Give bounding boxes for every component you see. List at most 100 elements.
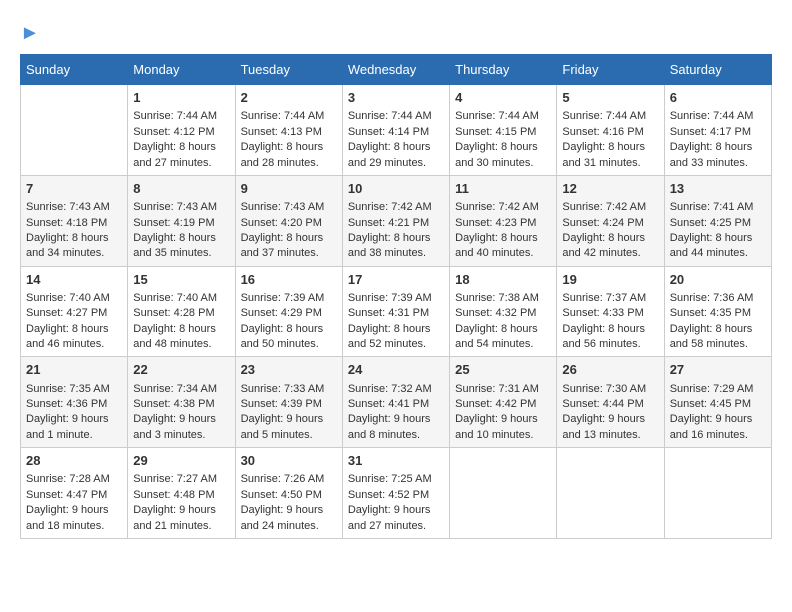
daylight-text: Daylight: 8 hours and 31 minutes.: [562, 140, 658, 171]
daylight-text: Daylight: 8 hours and 52 minutes.: [348, 322, 444, 353]
day-number: 15: [133, 271, 229, 289]
sunset-text: Sunset: 4:39 PM: [241, 397, 337, 412]
daylight-text: Daylight: 9 hours and 3 minutes.: [133, 412, 229, 443]
sunrise-text: Sunrise: 7:30 AM: [562, 382, 658, 397]
sunrise-text: Sunrise: 7:44 AM: [241, 109, 337, 124]
daylight-text: Daylight: 8 hours and 34 minutes.: [26, 231, 122, 262]
logo: ►: [20, 20, 40, 44]
calendar-cell: 7Sunrise: 7:43 AMSunset: 4:18 PMDaylight…: [21, 175, 128, 266]
weekday-header-wednesday: Wednesday: [342, 55, 449, 85]
sunset-text: Sunset: 4:17 PM: [670, 125, 766, 140]
sunset-text: Sunset: 4:24 PM: [562, 216, 658, 231]
sunrise-text: Sunrise: 7:31 AM: [455, 382, 551, 397]
calendar-cell: 9Sunrise: 7:43 AMSunset: 4:20 PMDaylight…: [235, 175, 342, 266]
sunrise-text: Sunrise: 7:44 AM: [133, 109, 229, 124]
calendar-cell: [557, 448, 664, 539]
daylight-text: Daylight: 9 hours and 27 minutes.: [348, 503, 444, 534]
calendar-cell: 22Sunrise: 7:34 AMSunset: 4:38 PMDayligh…: [128, 357, 235, 448]
day-number: 17: [348, 271, 444, 289]
daylight-text: Daylight: 8 hours and 50 minutes.: [241, 322, 337, 353]
daylight-text: Daylight: 8 hours and 46 minutes.: [26, 322, 122, 353]
sunset-text: Sunset: 4:25 PM: [670, 216, 766, 231]
calendar-cell: 2Sunrise: 7:44 AMSunset: 4:13 PMDaylight…: [235, 85, 342, 176]
day-number: 13: [670, 180, 766, 198]
calendar-cell: 10Sunrise: 7:42 AMSunset: 4:21 PMDayligh…: [342, 175, 449, 266]
sunset-text: Sunset: 4:29 PM: [241, 306, 337, 321]
sunset-text: Sunset: 4:16 PM: [562, 125, 658, 140]
week-row-1: 7Sunrise: 7:43 AMSunset: 4:18 PMDaylight…: [21, 175, 772, 266]
daylight-text: Daylight: 8 hours and 30 minutes.: [455, 140, 551, 171]
logo-bird-icon: ►: [20, 22, 40, 44]
day-number: 1: [133, 89, 229, 107]
day-number: 9: [241, 180, 337, 198]
daylight-text: Daylight: 9 hours and 13 minutes.: [562, 412, 658, 443]
daylight-text: Daylight: 8 hours and 42 minutes.: [562, 231, 658, 262]
sunset-text: Sunset: 4:18 PM: [26, 216, 122, 231]
day-number: 16: [241, 271, 337, 289]
sunset-text: Sunset: 4:13 PM: [241, 125, 337, 140]
calendar-cell: 20Sunrise: 7:36 AMSunset: 4:35 PMDayligh…: [664, 266, 771, 357]
day-number: 3: [348, 89, 444, 107]
sunset-text: Sunset: 4:48 PM: [133, 488, 229, 503]
daylight-text: Daylight: 9 hours and 1 minute.: [26, 412, 122, 443]
daylight-text: Daylight: 8 hours and 28 minutes.: [241, 140, 337, 171]
daylight-text: Daylight: 9 hours and 24 minutes.: [241, 503, 337, 534]
sunset-text: Sunset: 4:31 PM: [348, 306, 444, 321]
sunrise-text: Sunrise: 7:40 AM: [133, 291, 229, 306]
day-number: 23: [241, 361, 337, 379]
sunrise-text: Sunrise: 7:37 AM: [562, 291, 658, 306]
sunset-text: Sunset: 4:12 PM: [133, 125, 229, 140]
sunrise-text: Sunrise: 7:41 AM: [670, 200, 766, 215]
daylight-text: Daylight: 8 hours and 29 minutes.: [348, 140, 444, 171]
sunset-text: Sunset: 4:44 PM: [562, 397, 658, 412]
sunset-text: Sunset: 4:32 PM: [455, 306, 551, 321]
calendar-cell: 26 Sunrise: 7:30 AMSunset: 4:44 PMDayligh…: [557, 357, 664, 448]
calendar-cell: 14Sunrise: 7:40 AMSunset: 4:27 PMDayligh…: [21, 266, 128, 357]
calendar-cell: 16Sunrise: 7:39 AMSunset: 4:29 PMDayligh…: [235, 266, 342, 357]
weekday-header-saturday: Saturday: [664, 55, 771, 85]
sunrise-text: Sunrise: 7:42 AM: [455, 200, 551, 215]
calendar-cell: 6Sunrise: 7:44 AMSunset: 4:17 PMDaylight…: [664, 85, 771, 176]
weekday-header-tuesday: Tuesday: [235, 55, 342, 85]
calendar-cell: 24Sunrise: 7:32 AMSunset: 4:41 PMDayligh…: [342, 357, 449, 448]
calendar-cell: 11Sunrise: 7:42 AMSunset: 4:23 PMDayligh…: [450, 175, 557, 266]
sunset-text: Sunset: 4:47 PM: [26, 488, 122, 503]
weekday-header-row: SundayMondayTuesdayWednesdayThursdayFrid…: [21, 55, 772, 85]
day-number: 10: [348, 180, 444, 198]
day-number: 22: [133, 361, 229, 379]
daylight-text: Daylight: 8 hours and 58 minutes.: [670, 322, 766, 353]
daylight-text: Daylight: 8 hours and 48 minutes.: [133, 322, 229, 353]
calendar-cell: 21Sunrise: 7:35 AMSunset: 4:36 PMDayligh…: [21, 357, 128, 448]
sunrise-text: Sunrise: 7:38 AM: [455, 291, 551, 306]
day-number: 7: [26, 180, 122, 198]
sunrise-text: Sunrise: 7:42 AM: [562, 200, 658, 215]
sunrise-text: Sunrise: 7:35 AM: [26, 382, 122, 397]
calendar-cell: 13Sunrise: 7:41 AMSunset: 4:25 PMDayligh…: [664, 175, 771, 266]
sunrise-text: Sunrise: 7:40 AM: [26, 291, 122, 306]
calendar-cell: 15Sunrise: 7:40 AMSunset: 4:28 PMDayligh…: [128, 266, 235, 357]
sunset-text: Sunset: 4:41 PM: [348, 397, 444, 412]
day-number: 19: [562, 271, 658, 289]
sunrise-text: Sunrise: 7:43 AM: [241, 200, 337, 215]
calendar-cell: 29Sunrise: 7:27 AMSunset: 4:48 PMDayligh…: [128, 448, 235, 539]
day-number: 8: [133, 180, 229, 198]
week-row-4: 28Sunrise: 7:28 AMSunset: 4:47 PMDayligh…: [21, 448, 772, 539]
calendar-cell: 17Sunrise: 7:39 AMSunset: 4:31 PMDayligh…: [342, 266, 449, 357]
week-row-2: 14Sunrise: 7:40 AMSunset: 4:27 PMDayligh…: [21, 266, 772, 357]
week-row-3: 21Sunrise: 7:35 AMSunset: 4:36 PMDayligh…: [21, 357, 772, 448]
sunrise-text: Sunrise: 7:29 AM: [670, 382, 766, 397]
sunset-text: Sunset: 4:42 PM: [455, 397, 551, 412]
weekday-header-friday: Friday: [557, 55, 664, 85]
sunset-text: Sunset: 4:52 PM: [348, 488, 444, 503]
calendar-cell: [664, 448, 771, 539]
day-number: 11: [455, 180, 551, 198]
sunset-text: Sunset: 4:36 PM: [26, 397, 122, 412]
sunset-text: Sunset: 4:15 PM: [455, 125, 551, 140]
day-number: 28: [26, 452, 122, 470]
sunrise-text: Sunrise: 7:44 AM: [348, 109, 444, 124]
daylight-text: Daylight: 8 hours and 38 minutes.: [348, 231, 444, 262]
calendar-cell: 18Sunrise: 7:38 AMSunset: 4:32 PMDayligh…: [450, 266, 557, 357]
calendar-table: SundayMondayTuesdayWednesdayThursdayFrid…: [20, 54, 772, 539]
daylight-text: Daylight: 8 hours and 27 minutes.: [133, 140, 229, 171]
day-number: 26: [562, 361, 658, 379]
